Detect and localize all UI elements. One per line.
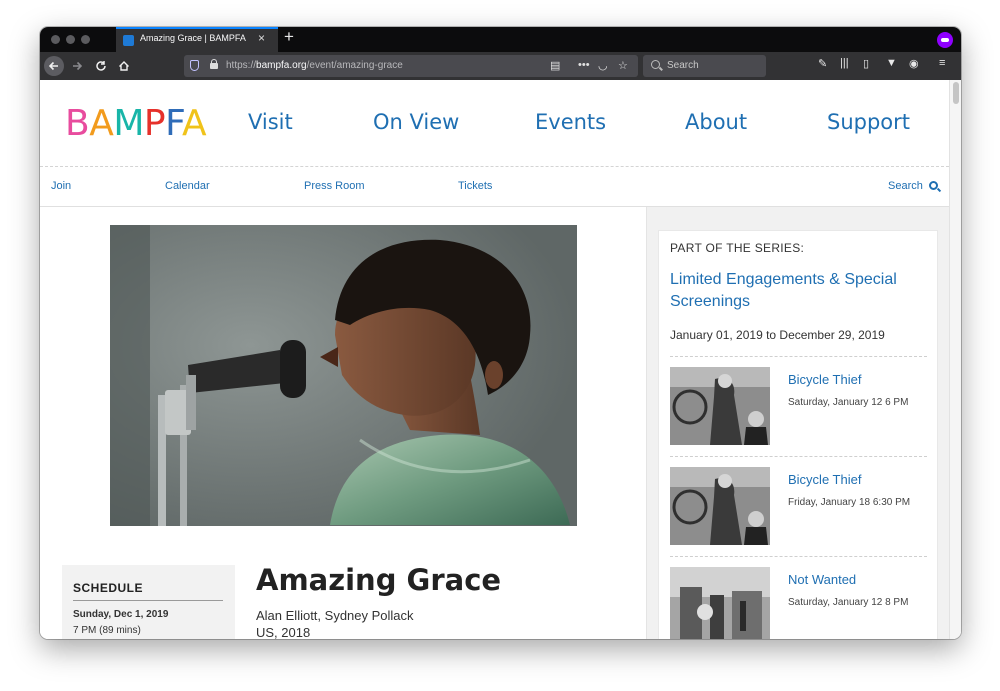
search-placeholder: Search	[667, 60, 699, 71]
reader-view-icon[interactable]: ▤	[550, 59, 560, 72]
site-favicon-icon	[123, 35, 134, 46]
series-event-date: Friday, January 18 6:30 PM	[788, 497, 911, 508]
nav-about[interactable]: About	[685, 110, 747, 134]
forward-button[interactable]	[67, 56, 87, 76]
close-tab-icon[interactable]: ×	[258, 31, 265, 45]
new-tab-button[interactable]: +	[284, 27, 294, 47]
series-event-date: Saturday, January 12 8 PM	[788, 597, 909, 608]
nav-events[interactable]: Events	[535, 110, 606, 134]
tab-title: Amazing Grace | BAMPFA	[140, 33, 246, 43]
reload-button[interactable]	[91, 56, 111, 76]
series-divider	[670, 456, 927, 457]
series-kicker: PART OF THE SERIES:	[670, 241, 805, 255]
back-arrow-icon	[48, 61, 58, 71]
scrollbar-thumb[interactable]	[953, 82, 959, 104]
minimize-window-button[interactable]	[66, 35, 75, 44]
menu-icon[interactable]: ≡	[939, 57, 945, 69]
series-event-title[interactable]: Bicycle Thief	[788, 472, 861, 487]
browser-window: Amazing Grace | BAMPFA × + https://bampf…	[40, 27, 961, 639]
account-icon[interactable]: ◉	[909, 57, 919, 70]
pocket-icon[interactable]: ◡	[598, 59, 608, 72]
event-hero-image	[110, 225, 577, 526]
reload-icon	[96, 61, 106, 71]
subnav-press-room[interactable]: Press Room	[304, 180, 365, 192]
address-bar[interactable]: https://bampfa.org/event/amazing-grace ▤…	[184, 55, 638, 77]
bicycle-thief-still	[670, 367, 770, 445]
subnav-tickets[interactable]: Tickets	[458, 180, 492, 192]
schedule-box: SCHEDULE Sunday, Dec 1, 2019 7 PM (89 mi…	[62, 565, 235, 639]
logo-letter: A	[182, 103, 207, 144]
event-country-year: US, 2018	[256, 625, 311, 639]
schedule-time: 7 PM (89 mins)	[73, 625, 141, 636]
navigation-toolbar: https://bampfa.org/event/amazing-grace ▤…	[40, 52, 961, 80]
search-bar[interactable]: Search	[643, 55, 766, 77]
home-icon	[119, 61, 129, 71]
logo-letter: M	[113, 103, 144, 144]
event-thumbnail[interactable]	[670, 367, 770, 445]
not-wanted-still	[670, 567, 770, 639]
series-divider	[670, 556, 927, 557]
subnav-join[interactable]: Join	[51, 180, 71, 192]
event-thumbnail[interactable]	[670, 567, 770, 639]
tab-amazing-grace[interactable]: Amazing Grace | BAMPFA ×	[116, 27, 278, 52]
logo-letter: F	[165, 103, 183, 144]
tracking-protection-icon[interactable]	[190, 60, 199, 71]
event-title: Amazing Grace	[256, 563, 502, 597]
logo-letter: A	[89, 103, 114, 144]
series-event-title[interactable]: Not Wanted	[788, 572, 856, 587]
singer-photo	[110, 225, 577, 526]
nav-visit[interactable]: Visit	[248, 110, 293, 134]
home-button[interactable]	[114, 56, 134, 76]
logo-letter: B	[65, 103, 90, 144]
page-scrollbar[interactable]	[949, 80, 961, 639]
tab-strip: Amazing Grace | BAMPFA × +	[40, 27, 961, 52]
series-divider	[670, 356, 927, 357]
series-title-link[interactable]: Limited Engagements & Special Screenings	[670, 269, 930, 313]
series-event-title[interactable]: Bicycle Thief	[788, 372, 861, 387]
subnav-calendar[interactable]: Calendar	[165, 180, 210, 192]
series-dates: January 01, 2019 to December 29, 2019	[670, 328, 885, 342]
event-directors: Alan Elliott, Sydney Pollack	[256, 608, 414, 623]
lock-icon[interactable]	[210, 59, 218, 69]
extension-icon[interactable]: ▼	[886, 57, 897, 69]
private-browsing-icon	[937, 32, 953, 48]
series-card: PART OF THE SERIES: Limited Engagements …	[658, 230, 938, 639]
search-icon[interactable]	[929, 181, 938, 190]
url-text[interactable]: https://bampfa.org/event/amazing-grace	[226, 60, 403, 71]
bicycle-thief-still	[670, 467, 770, 545]
web-page: BAMPFA Visit On View Events About Suppor…	[40, 80, 961, 639]
bampfa-logo[interactable]: BAMPFA	[65, 103, 207, 144]
page-actions-icon[interactable]: •••	[578, 59, 590, 71]
back-button[interactable]	[44, 56, 64, 76]
sidebar-toggle-icon[interactable]: ▯	[863, 57, 869, 70]
screenshot-stage: Amazing Grace | BAMPFA × + https://bampf…	[0, 0, 1000, 691]
nav-divider	[40, 166, 949, 167]
search-icon	[651, 60, 660, 69]
event-thumbnail[interactable]	[670, 467, 770, 545]
site-search-link[interactable]: Search	[888, 180, 923, 192]
nav-support[interactable]: Support	[827, 110, 910, 134]
close-window-button[interactable]	[51, 35, 60, 44]
schedule-date: Sunday, Dec 1, 2019	[73, 609, 169, 620]
bookmark-star-icon[interactable]: ☆	[618, 59, 628, 72]
series-event-date: Saturday, January 12 6 PM	[788, 397, 909, 408]
wrench-icon[interactable]: ✎	[818, 57, 827, 70]
zoom-window-button[interactable]	[81, 35, 90, 44]
library-icon[interactable]: |||	[840, 57, 849, 69]
schedule-heading: SCHEDULE	[73, 581, 144, 595]
nav-on-view[interactable]: On View	[373, 110, 459, 134]
schedule-divider	[73, 600, 223, 601]
forward-arrow-icon	[73, 61, 83, 71]
logo-letter: P	[143, 103, 166, 144]
